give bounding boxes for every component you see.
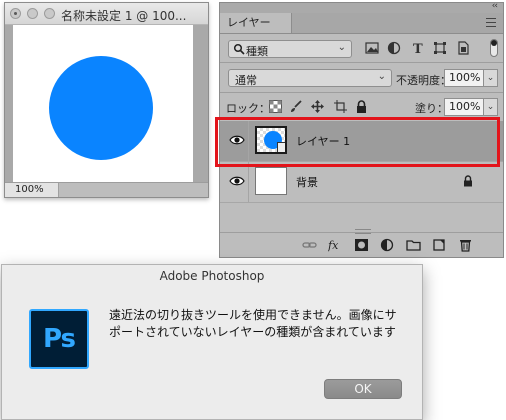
collapse-panel-icon[interactable]: ‹‹ xyxy=(492,1,498,11)
layers-list: レイヤー 1 背景 xyxy=(220,119,503,225)
dialog-message-line-1: 遠近法の切り抜きツールを使用できません。画像にサ xyxy=(109,308,397,322)
layer-name[interactable]: レイヤー 1 xyxy=(296,133,350,149)
panel-bottom-toolbar: fx xyxy=(220,229,503,257)
blue-circle-shape xyxy=(49,56,153,160)
document-status-bar: 100% xyxy=(5,182,208,197)
search-icon xyxy=(233,43,245,55)
eye-visibility-icon[interactable] xyxy=(229,175,245,187)
blend-mode-select[interactable]: 通常 ⌄ xyxy=(228,69,392,87)
fx-layer-style-icon[interactable]: fx xyxy=(328,238,343,252)
adjustment-layer-filter-icon[interactable] xyxy=(387,41,401,55)
ok-button[interactable]: OK xyxy=(324,379,402,399)
opacity-dropdown-button[interactable]: ⌄ xyxy=(484,69,498,87)
dialog-message: 遠近法の切り抜きツールを使用できません。画像にサ ポートされていないレイヤーの種… xyxy=(109,307,409,341)
fill-dropdown-button[interactable]: ⌄ xyxy=(484,98,498,116)
minimize-window-button[interactable] xyxy=(27,8,38,19)
filter-toggle-switch[interactable] xyxy=(490,39,498,57)
alert-dialog: Adobe Photoshop Ps 遠近法の切り抜きツールを使用できません。画… xyxy=(1,264,423,420)
lock-artboard-icon[interactable] xyxy=(334,100,347,113)
lock-all-icon[interactable] xyxy=(355,100,368,113)
trash-delete-layer-icon[interactable] xyxy=(458,238,473,252)
lock-label: ロック： xyxy=(226,102,270,115)
smart-object-filter-icon[interactable] xyxy=(456,41,470,55)
layer-name[interactable]: 背景 xyxy=(296,174,318,190)
filter-kind-label: 種類 xyxy=(246,45,268,58)
pixel-layer-filter-icon[interactable] xyxy=(365,41,379,55)
layer-filter-select[interactable]: 種類 ⌄ xyxy=(228,40,352,58)
svg-text:T: T xyxy=(413,42,423,55)
type-layer-filter-icon[interactable]: T xyxy=(411,41,425,55)
divider xyxy=(220,92,503,93)
layer-thumbnail xyxy=(255,167,287,195)
new-layer-icon[interactable] xyxy=(432,238,447,252)
add-mask-icon[interactable] xyxy=(354,238,369,252)
opacity-input[interactable]: 100% xyxy=(444,69,484,87)
photoshop-app-icon: Ps xyxy=(29,309,89,369)
chevron-updown-icon: ⌄ xyxy=(337,42,346,53)
document-title: 名称未設定 1 @ 100... xyxy=(61,9,187,23)
divider xyxy=(220,62,503,63)
document-titlebar: 名称未設定 1 @ 100... xyxy=(5,3,208,25)
panel-tab-bar: レイヤー xyxy=(220,13,503,34)
zoom-window-button[interactable] xyxy=(44,8,55,19)
divider xyxy=(248,121,249,161)
panel-menu-icon[interactable] xyxy=(486,18,496,27)
layer-row-layer1[interactable]: レイヤー 1 xyxy=(220,121,503,162)
opacity-label: 不透明度： xyxy=(396,74,451,87)
dialog-title: Adobe Photoshop xyxy=(159,269,265,283)
fill-input[interactable]: 100% xyxy=(444,98,484,116)
new-adjustment-layer-icon[interactable] xyxy=(380,238,395,252)
lock-icon[interactable] xyxy=(463,175,473,187)
layers-panel: ‹‹ レイヤー 種類 ⌄ T 通常 ⌄ 不透明度： 100% ⌄ ロック： 塗り… xyxy=(219,1,504,258)
lock-transparent-pixels-icon[interactable] xyxy=(269,100,282,113)
tab-layers[interactable]: レイヤー xyxy=(220,13,292,33)
blend-mode-label: 通常 xyxy=(235,74,257,87)
close-window-button[interactable] xyxy=(10,8,21,19)
layer-thumbnail xyxy=(255,126,287,154)
eye-visibility-icon[interactable] xyxy=(229,134,245,146)
link-layers-icon[interactable] xyxy=(302,238,317,252)
svg-text:fx: fx xyxy=(328,239,339,252)
smart-object-badge-icon xyxy=(277,142,285,152)
lock-image-pixels-brush-icon[interactable] xyxy=(289,100,302,113)
dialog-message-line-2: ポートされていないレイヤーの種類が含まれています xyxy=(109,325,396,339)
resize-grip-icon[interactable] xyxy=(355,229,371,234)
lock-position-move-icon[interactable] xyxy=(311,100,324,113)
zoom-level-field[interactable]: 100% xyxy=(5,183,59,197)
shape-layer-filter-icon[interactable] xyxy=(433,41,447,55)
divider xyxy=(248,162,249,202)
layer-row-background[interactable]: 背景 xyxy=(220,162,503,203)
new-group-folder-icon[interactable] xyxy=(406,238,421,252)
document-canvas[interactable] xyxy=(13,25,193,185)
app-logo-text: Ps xyxy=(42,324,76,354)
document-window: 名称未設定 1 @ 100... 100% xyxy=(4,2,209,198)
chevron-updown-icon: ⌄ xyxy=(377,71,386,82)
